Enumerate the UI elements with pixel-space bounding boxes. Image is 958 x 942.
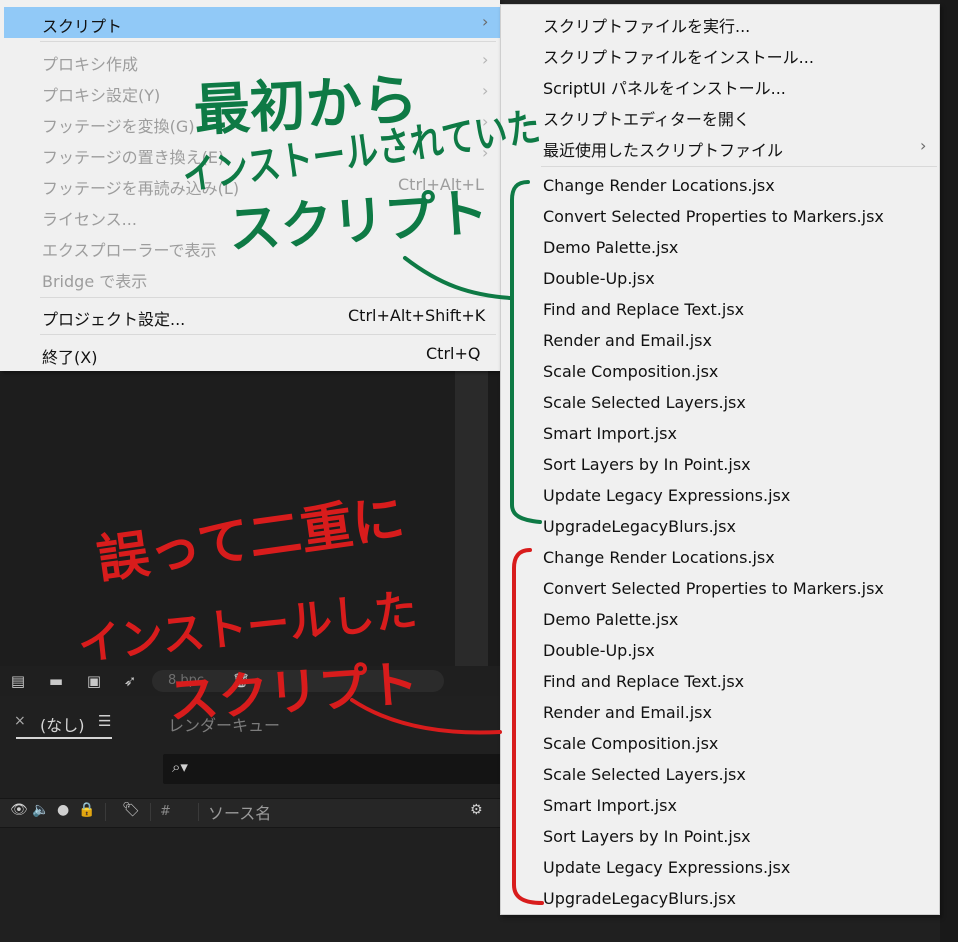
eye-icon[interactable]: 👁 [10,802,28,818]
script-item[interactable]: Demo Palette.jsx [543,610,678,629]
chevron-right-icon: › [920,136,927,155]
panel-edge [488,371,500,696]
menu-shortcut: Ctrl+Q [426,344,481,363]
solo-icon[interactable]: ● [57,802,69,818]
script-item[interactable]: Scale Selected Layers.jsx [543,393,746,412]
menu-separator [40,334,496,335]
tab-close-icon[interactable]: × [14,713,26,729]
script-item[interactable]: Scale Composition.jsx [543,362,718,381]
script-item[interactable]: Render and Email.jsx [543,331,712,350]
script-item[interactable]: Convert Selected Properties to Markers.j… [543,207,884,226]
script-item[interactable]: Change Render Locations.jsx [543,176,775,195]
header-divider [105,803,106,821]
trash-icon[interactable]: 🗑 [232,671,250,691]
script-item[interactable]: Update Legacy Expressions.jsx [543,486,790,505]
tab-render-queue[interactable]: レンダーキュー [168,712,280,736]
script-item[interactable]: Scale Composition.jsx [543,734,718,753]
tab-none[interactable]: (なし) [40,712,85,736]
script-item[interactable]: Update Legacy Expressions.jsx [543,858,790,877]
submenu-install-script-file[interactable]: スクリプトファイルをインストール... [543,44,814,68]
script-item[interactable]: Convert Selected Properties to Markers.j… [543,579,884,598]
menu-item-project-settings[interactable]: プロジェクト設定... [42,306,185,330]
menu-item-reveal-in-explorer[interactable]: エクスプローラーで表示 [42,237,217,261]
script-item[interactable]: Sort Layers by In Point.jsx [543,827,751,846]
new-folder-icon[interactable]: ▬ [44,671,68,691]
chevron-right-icon: › [482,143,489,162]
menu-shortcut: Ctrl+Alt+Shift+K [348,306,486,325]
script-item[interactable]: Smart Import.jsx [543,796,677,815]
menu-item-replace-footage[interactable]: フッテージの置き換え(E) [42,144,224,168]
panel-divider[interactable] [455,371,488,696]
script-item[interactable]: Double-Up.jsx [543,641,655,660]
submenu-recent-script-files[interactable]: 最近使用したスクリプトファイル [543,137,783,161]
script-item[interactable]: Render and Email.jsx [543,703,712,722]
tab-menu-icon[interactable]: ☰ [98,712,111,730]
script-item[interactable]: Demo Palette.jsx [543,238,678,257]
timeline-search-input[interactable] [163,754,503,784]
column-number[interactable]: # [160,804,171,819]
switches-icon[interactable]: ⚙ [470,802,483,818]
script-item[interactable]: UpgradeLegacyBlurs.jsx [543,889,736,908]
menu-item-proxy-settings[interactable]: プロキシ設定(Y) [42,82,160,106]
menu-item-create-proxy[interactable]: プロキシ作成 [42,51,138,75]
menu-item-exit[interactable]: 終了(X) [42,344,97,368]
column-source-name[interactable]: ソース名 [208,800,271,824]
menu-item-interpret-footage[interactable]: フッテージを変換(G) [42,113,195,137]
chevron-right-icon: › [482,81,489,100]
new-composition-icon[interactable]: ▣ [82,671,106,691]
script-item[interactable]: Find and Replace Text.jsx [543,672,744,691]
menu-item-license[interactable]: ライセンス... [42,206,137,230]
project-panel [0,371,498,696]
header-divider [198,803,199,821]
menu-item-reload-footage[interactable]: フッテージを再読み込み(L) [42,175,239,199]
script-item[interactable]: Smart Import.jsx [543,424,677,443]
menu-separator [40,41,496,42]
menu-separator [40,297,496,298]
script-item[interactable]: Scale Selected Layers.jsx [543,765,746,784]
speaker-icon[interactable]: 🔈 [32,802,49,818]
script-item[interactable]: Double-Up.jsx [543,269,655,288]
header-divider [150,803,151,821]
submenu-separator [541,166,937,167]
bpc-indicator[interactable]: 8 bpc [152,670,444,692]
right-panel-edge [940,0,958,942]
submenu-run-script-file[interactable]: スクリプトファイルを実行... [543,13,750,37]
active-tab-underline [16,737,112,739]
submenu-install-scriptui-panel[interactable]: ScriptUI パネルをインストール... [543,75,786,99]
label-tag-icon[interactable]: 🏷 [122,802,140,818]
lock-icon[interactable]: 🔒 [78,802,95,818]
interpret-footage-icon[interactable]: ▤ [6,671,30,691]
script-item[interactable]: Change Render Locations.jsx [543,548,775,567]
search-icon[interactable]: ⌕▾ [172,758,188,776]
script-item[interactable]: Sort Layers by In Point.jsx [543,455,751,474]
menu-shortcut: Ctrl+Alt+L [398,175,484,194]
submenu-open-script-editor[interactable]: スクリプトエディターを開く [543,106,750,130]
script-item[interactable]: UpgradeLegacyBlurs.jsx [543,517,736,536]
chevron-right-icon: › [482,50,489,69]
chevron-right-icon: › [482,112,489,131]
menu-item-reveal-in-bridge[interactable]: Bridge で表示 [42,268,147,292]
menu-item-scripts[interactable]: スクリプト [42,13,122,37]
feather-icon[interactable]: ➶ [118,671,142,691]
chevron-right-icon: › [482,12,489,31]
script-item[interactable]: Find and Replace Text.jsx [543,300,744,319]
